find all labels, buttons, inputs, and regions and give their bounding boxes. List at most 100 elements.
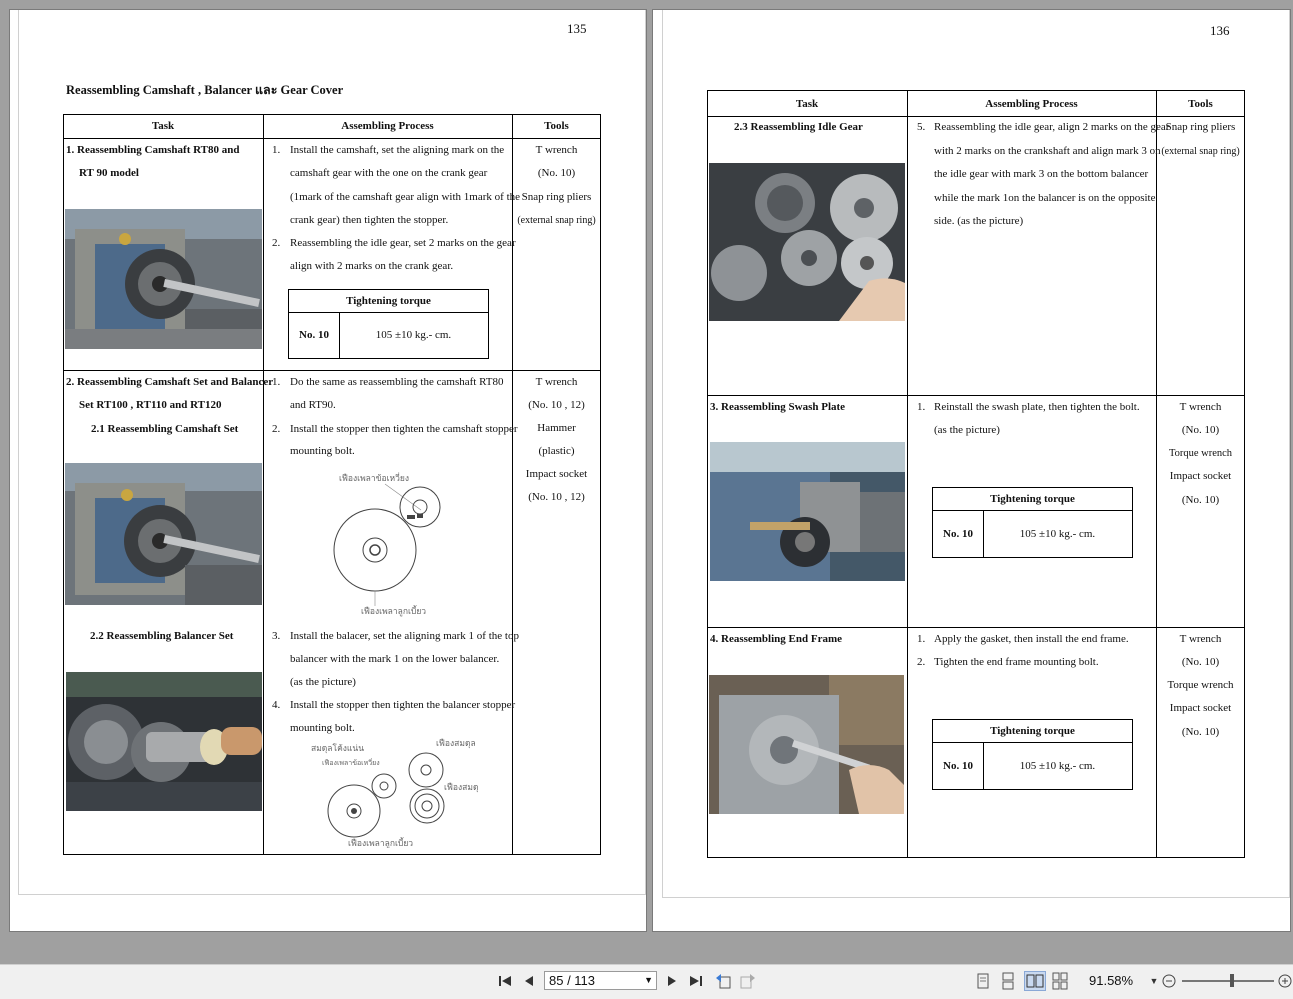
step-text: Do the same as reassembling the camshaft… <box>290 376 504 388</box>
tool-item: Snap ring pliers <box>521 191 592 203</box>
viewer-toolbar: 85 / 113 ▼ 91.58% ▼ <box>0 964 1293 999</box>
previous-page-button[interactable] <box>520 965 538 997</box>
zoom-level[interactable]: 91.58% <box>1089 973 1133 988</box>
next-page-button[interactable] <box>663 965 681 997</box>
tool-item: Torque wrench <box>1167 679 1234 691</box>
tool-item: T wrench <box>1179 401 1222 413</box>
zoom-dropdown-icon[interactable]: ▼ <box>1148 965 1160 997</box>
header-task: Task <box>151 120 175 132</box>
gear-diagram-balancer: สมดุลโค้งแน่น เฟืองเพลาข้อเหวี่ยง เฟืองส… <box>311 738 478 848</box>
torque-value: 105 ±10 kg.- cm. <box>1019 759 1096 772</box>
step-text: (as the picture) <box>934 424 1000 436</box>
diagram-label: เฟืองเพลาข้อเหวี่ยง <box>322 758 380 767</box>
step-number: 1. <box>917 633 926 645</box>
tool-item: (No. 10) <box>1181 424 1220 436</box>
step-number: 1. <box>272 144 281 156</box>
header-task: Task <box>795 98 819 110</box>
tool-item: Torque wrench <box>1168 448 1233 459</box>
previous-view-button[interactable] <box>713 965 733 997</box>
facing-view-button[interactable] <box>1024 971 1046 991</box>
torque-no: No. 10 <box>933 742 984 789</box>
zoom-in-icon <box>1278 974 1292 988</box>
next-view-icon <box>740 974 755 989</box>
zoom-slider[interactable] <box>1182 974 1274 987</box>
task-title: 1. Reassembling Camshaft RT80 and <box>66 144 240 156</box>
step-number: 5. <box>917 121 926 133</box>
task-subsection: 2.1 Reassembling Camshaft Set <box>91 423 239 435</box>
idle-gear-photo <box>709 163 905 321</box>
tool-item: Snap ring pliers <box>1165 121 1236 133</box>
tool-item: (No. 10) <box>1181 726 1220 738</box>
tool-item: (No. 10) <box>537 167 576 179</box>
page-number-value: 85 / 113 <box>549 973 596 988</box>
header-tools: Tools <box>1188 98 1213 110</box>
chevron-down-icon[interactable]: ▼ <box>644 972 653 989</box>
torque-no: No. 10 <box>933 510 984 557</box>
step-text: mounting bolt. <box>290 445 355 457</box>
torque-no: No. 10 <box>289 312 340 358</box>
step-number: 2. <box>917 656 926 668</box>
end-frame-photo <box>709 675 904 814</box>
step-text: Install the stopper then tighten the bal… <box>290 699 516 711</box>
single-page-icon <box>977 973 989 989</box>
header-process: Assembling Process <box>341 120 434 132</box>
single-page-view-button[interactable] <box>974 971 992 991</box>
step-text: Reassembling the idle gear, align 2 mark… <box>934 121 1170 133</box>
step-number: 1. <box>272 376 281 388</box>
diagram-label: เฟืองสมดุล <box>444 782 478 793</box>
zoom-slider-thumb[interactable] <box>1230 974 1235 987</box>
tool-item: Impact socket <box>1169 470 1232 482</box>
page-number-input[interactable]: 85 / 113 ▼ <box>544 971 657 990</box>
right-page: 136 Task Assembling Process Tools 2.3 Re… <box>652 9 1291 932</box>
tool-item: Hammer <box>537 422 576 434</box>
step-number: 2. <box>272 237 281 249</box>
step-number: 1. <box>917 401 926 413</box>
diagram-label: เฟืองสมดุล <box>436 738 476 749</box>
step-number: 3. <box>272 630 281 642</box>
task-title: 3. Reassembling Swash Plate <box>710 401 846 413</box>
zoom-out-button[interactable] <box>1160 965 1178 997</box>
tool-item: (external snap ring) <box>517 215 596 226</box>
diagram-label: เฟืองเพลาข้อเหวี่ยง <box>339 472 409 484</box>
zoom-in-button[interactable] <box>1277 965 1293 997</box>
continuous-facing-view-button[interactable] <box>1051 971 1069 991</box>
step-text: and RT90. <box>290 399 336 411</box>
tool-item: (No. 10) <box>1181 494 1220 506</box>
facing-pages-icon <box>1026 974 1044 988</box>
continuous-view-button[interactable] <box>999 971 1017 991</box>
header-tools: Tools <box>544 120 569 132</box>
step-text: (as the picture) <box>290 676 356 688</box>
first-page-icon <box>499 976 511 986</box>
gear-diagram-camshaft: เฟืองเพลาข้อเหวี่ยง เฟืองเพลาลูกเบี้ยว <box>333 472 441 617</box>
task-title: 2. Reassembling Camshaft Set and Balance… <box>66 376 274 388</box>
step-text: Install the balacer, set the aligning ma… <box>290 630 519 642</box>
last-page-button[interactable] <box>687 965 705 997</box>
step-text: side. (as the picture) <box>934 215 1024 227</box>
step-text: align with 2 marks on the crank gear. <box>290 260 454 272</box>
tool-item: (external snap ring) <box>1161 146 1240 157</box>
balancer-photo <box>66 672 262 811</box>
camshaft-set-photo <box>65 463 262 605</box>
task-title: 4. Reassembling End Frame <box>710 633 842 645</box>
page-title: Reassembling Camshaft , Balancer และ Gea… <box>66 83 344 97</box>
diagram-label: เฟืองเพลาลูกเบี้ยว <box>361 605 426 617</box>
step-text: mounting bolt. <box>290 722 355 734</box>
tool-item: T wrench <box>1179 633 1222 645</box>
step-text: with 2 marks on the crankshaft and align… <box>934 145 1161 157</box>
torque-table: Tightening torque No. 10 105 ±10 kg.- cm… <box>288 289 489 359</box>
step-text: (1mark of the camshaft gear align with 1… <box>290 191 521 203</box>
step-text: while the mark 1on the balancer is on th… <box>934 192 1156 204</box>
torque-table: Tightening torque No. 10 105 ±10 kg.- cm… <box>932 719 1133 790</box>
continuous-facing-icon <box>1052 972 1068 990</box>
first-page-button[interactable] <box>496 965 514 997</box>
zoom-out-icon <box>1162 974 1176 988</box>
last-page-icon <box>690 976 702 986</box>
step-number: 2. <box>272 423 281 435</box>
torque-table: Tightening torque No. 10 105 ±10 kg.- cm… <box>932 487 1133 558</box>
torque-header: Tightening torque <box>933 488 1132 511</box>
task-subtitle: RT 90 model <box>79 167 139 179</box>
step-text: Reinstall the swash plate, then tighten … <box>934 401 1140 413</box>
next-view-button[interactable] <box>738 965 758 997</box>
header-process: Assembling Process <box>985 98 1078 110</box>
tool-item: (plastic) <box>538 445 575 457</box>
